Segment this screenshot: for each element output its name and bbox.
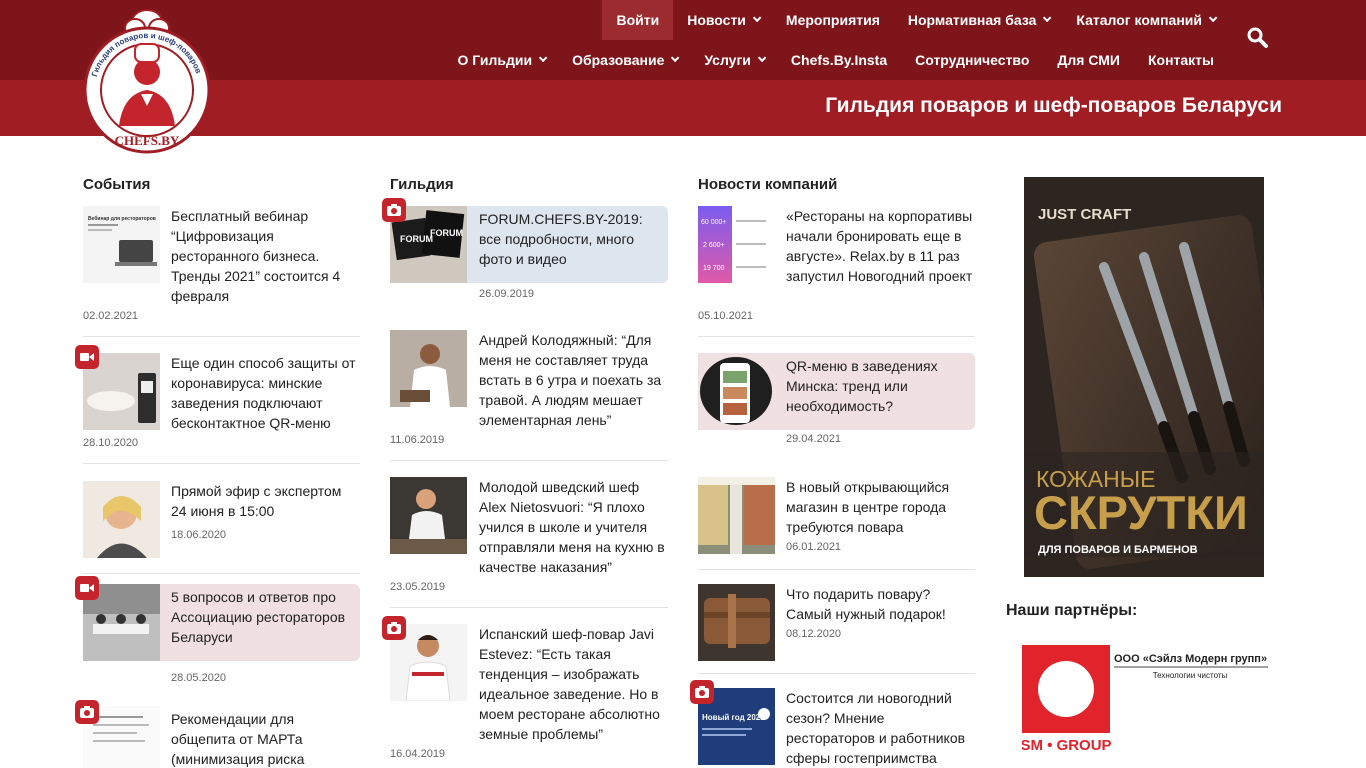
nav-item-row2-0[interactable]: О Гильдии	[444, 40, 559, 80]
svg-text:ДЛЯ ПОВАРОВ И БАРМЕНОВ: ДЛЯ ПОВАРОВ И БАРМЕНОВ	[1038, 544, 1198, 556]
card-date: 08.12.2020	[786, 628, 842, 640]
ad-banner[interactable]: JUST CRAFT КОЖАНЫЕ СКРУТКИ ДЛЯ ПОВАРОВ И…	[1024, 177, 1264, 577]
nav-item-row2-6[interactable]: Контакты	[1134, 40, 1228, 80]
nav-item-row2-5[interactable]: Для СМИ	[1043, 40, 1134, 80]
events-column-title: События	[83, 176, 151, 193]
video-icon	[75, 345, 99, 369]
nav-item-row2-1[interactable]: Образование	[558, 40, 690, 80]
nav-item-label: Войти	[616, 12, 660, 28]
nav-item-row2-4[interactable]: Сотрудничество	[901, 40, 1043, 80]
card-title[interactable]: Молодой шведский шеф Alex Nietosvuori: “…	[390, 477, 668, 577]
card-date: 18.06.2020	[171, 529, 227, 541]
svg-text:СКРУТКИ: СКРУТКИ	[1034, 486, 1248, 539]
news-card[interactable]: Андрей Колодяжный: “Для меня не составля…	[390, 330, 668, 461]
main-nav-row-2: О Гильдии Образование Услуги Chefs.By.Insta…	[444, 40, 1228, 80]
nav-item-label: Для СМИ	[1057, 52, 1120, 68]
camera-icon	[690, 680, 714, 704]
card-date: 02.02.2021	[83, 310, 139, 322]
card-title[interactable]: Состоится ли новогодний сезон? Мнение ре…	[698, 688, 975, 768]
card-title[interactable]: «Рестораны на корпоративы начали брониро…	[698, 206, 975, 286]
guild-column-title: Гильдия	[390, 176, 454, 193]
chevron-down-icon	[671, 53, 680, 63]
nav-item-label: Нормативная база	[907, 12, 1037, 28]
news-card[interactable]: 5 вопросов и ответов про Ассоциацию рест…	[75, 576, 360, 692]
nav-item-label: Chefs.By.Insta	[790, 52, 888, 68]
card-date: 26.09.2019	[479, 288, 535, 300]
chevron-down-icon	[757, 53, 767, 63]
nav-item-label: Услуги	[704, 52, 751, 68]
card-date: 05.10.2021	[698, 310, 754, 322]
nav-item-label: Контакты	[1147, 52, 1214, 68]
card-date: 11.06.2019	[390, 434, 445, 446]
chevron-down-icon	[1043, 13, 1052, 23]
card-title[interactable]: Андрей Колодяжный: “Для меня не составля…	[390, 330, 668, 430]
company-news-column: Новости компаний 60 000+ 2 600+ 19 700 «…	[690, 176, 975, 766]
camera-icon	[382, 616, 406, 640]
card-title[interactable]: Что подарить повару? Самый нужный подаро…	[698, 584, 975, 624]
card-title[interactable]: FORUM.CHEFS.BY-2019: все подробности, мн…	[390, 206, 668, 269]
card-date: 23.05.2019	[390, 581, 446, 593]
card-date: 29.04.2021	[786, 433, 842, 445]
nav-item-label: Каталог компаний	[1076, 12, 1202, 28]
svg-text:JUST CRAFT: JUST CRAFT	[1038, 206, 1131, 223]
nav-item-label: Образование	[572, 52, 665, 68]
nav-item-row1-2[interactable]: Мероприятия	[772, 0, 894, 40]
partners-title: Наши партнёры:	[1006, 602, 1138, 619]
events-column: События Вебинар для рестораторов Бесплат…	[75, 176, 360, 768]
svg-text:SM • GROUP: SM • GROUP	[1022, 737, 1112, 754]
camera-icon	[75, 700, 99, 724]
card-date: 06.01.2021	[786, 541, 842, 553]
chevron-down-icon	[1208, 13, 1218, 23]
news-card[interactable]: FORUM FORUM FORUM.CHEFS.BY-2019: все под…	[382, 198, 668, 331]
card-title[interactable]: Бесплатный вебинар “Цифровизация рестора…	[83, 206, 360, 306]
svg-text:CHEFS.BY: CHEFS.BY	[115, 133, 180, 148]
camera-icon	[382, 198, 406, 222]
card-title[interactable]: QR-меню в заведениях Минска: тренд или н…	[698, 353, 975, 416]
nav-item-label: Новости	[687, 12, 746, 28]
news-card[interactable]: Вебинар для рестораторов Бесплатный веби…	[83, 206, 360, 337]
nav-item-label: Сотрудничество	[915, 52, 1030, 68]
news-card[interactable]: Испанский шеф-повар Javi Estevez: “Есть …	[382, 616, 668, 768]
news-card[interactable]: В новый открывающийся магазин в центре г…	[698, 477, 975, 570]
site-logo[interactable]: Гильдия поваров и шеф-поваров CHEFS.BY	[83, 2, 211, 155]
news-card[interactable]: Прямой эфир с экспертом 24 июня в 15:00 …	[83, 481, 360, 574]
nav-item-row1-4[interactable]: Каталог компаний	[1062, 0, 1228, 40]
card-title[interactable]: 5 вопросов и ответов про Ассоциацию рест…	[83, 584, 360, 647]
news-card[interactable]: Молодой шведский шеф Alex Nietosvuori: “…	[390, 477, 668, 608]
svg-text:ООО «Сэйлз Модерн групп»: ООО «Сэйлз Модерн групп»	[1114, 653, 1267, 665]
nav-item-row2-3[interactable]: Chefs.By.Insta	[777, 40, 901, 80]
news-card[interactable]: 60 000+ 2 600+ 19 700 «Рестораны на корп…	[698, 206, 975, 337]
news-card[interactable]: Рекомендации для общепита от МАРТа (мини…	[75, 700, 360, 768]
card-date: 16.04.2019	[390, 748, 446, 760]
card-date: 28.10.2020	[83, 437, 139, 449]
news-card[interactable]: Новый год 2021 Состоится ли новогодний с…	[690, 680, 975, 768]
site-title: Гильдия поваров и шеф-поваров Беларуси	[825, 94, 1282, 117]
svg-text:Технологии чистоты: Технологии чистоты	[1153, 671, 1228, 680]
search-icon[interactable]	[1246, 26, 1270, 50]
nav-item-row1-0[interactable]: Войти	[602, 0, 674, 40]
card-title[interactable]: Прямой эфир с экспертом 24 июня в 15:00	[83, 481, 360, 521]
card-title[interactable]: Рекомендации для общепита от МАРТа (мини…	[83, 706, 360, 768]
partner-logo-sm-group[interactable]: SM • GROUP ООО «Сэйлз Модерн групп» Техн…	[1020, 645, 1272, 755]
news-card[interactable]: QR-меню в заведениях Минска: тренд или н…	[698, 353, 975, 468]
nav-item-row2-2[interactable]: Услуги	[690, 40, 777, 80]
chevron-down-icon	[752, 13, 762, 23]
card-date: 28.05.2020	[171, 672, 227, 684]
card-title[interactable]: В новый открывающийся магазин в центре г…	[698, 477, 975, 537]
company-news-column-title: Новости компаний	[698, 176, 838, 193]
chevron-down-icon	[538, 53, 548, 63]
nav-item-label: О Гильдии	[457, 52, 533, 68]
card-title[interactable]: Испанский шеф-повар Javi Estevez: “Есть …	[390, 624, 668, 744]
nav-item-row1-1[interactable]: Новости	[673, 0, 772, 40]
card-title[interactable]: Еще один способ защиты от коронавируса: …	[83, 353, 360, 433]
nav-item-label: Мероприятия	[785, 12, 880, 28]
news-card[interactable]: Еще один способ защиты от коронавируса: …	[75, 345, 360, 464]
main-nav-row-1: Войти Новости Мероприятия Нормативная база К…	[602, 0, 1228, 40]
guild-column: Гильдия FORUM FORUM FORUM.CHEFS.BY-2019:…	[382, 176, 668, 760]
video-icon	[75, 576, 99, 600]
news-card[interactable]: Что подарить повару? Самый нужный подаро…	[698, 584, 975, 674]
nav-item-row1-3[interactable]: Нормативная база	[894, 0, 1063, 40]
